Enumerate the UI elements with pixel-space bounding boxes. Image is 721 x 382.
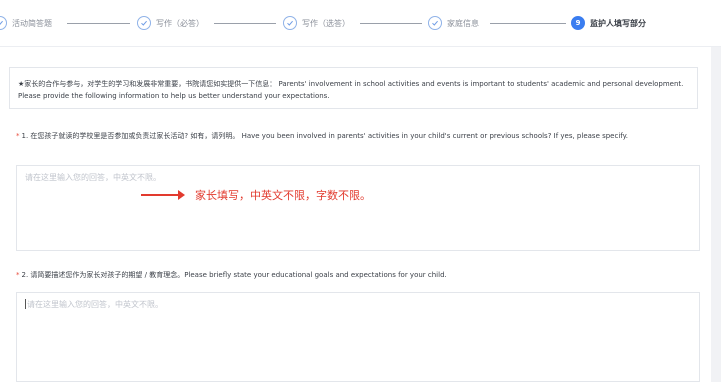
check-icon	[428, 16, 442, 30]
step-guardian-section[interactable]: 9 监护人填写部分	[571, 15, 646, 31]
step-connector	[360, 23, 422, 24]
check-icon	[283, 16, 297, 30]
step-label: 家庭信息	[447, 18, 479, 28]
step-activity-questions[interactable]: 活动简答题	[0, 15, 52, 31]
step-writing-optional[interactable]: 写作（选答）	[283, 15, 350, 31]
step-label: 写作（选答）	[302, 18, 350, 28]
step-family-info[interactable]: 家庭信息	[428, 15, 479, 31]
check-icon	[137, 16, 151, 30]
step-connector	[214, 23, 276, 24]
step-writing-required[interactable]: 写作（必答）	[137, 15, 204, 31]
question-1: * 1. 在您孩子就读的学校里是否参加或负责过家长活动? 如有，请列明。 Have…	[16, 130, 700, 142]
question-1-text: 1. 在您孩子就读的学校里是否参加或负责过家长活动? 如有，请列明。 Have …	[21, 132, 629, 140]
required-mark: *	[16, 132, 20, 140]
step-number: 9	[571, 16, 585, 30]
instruction-annotation: 家长填写，中英文不限，字数不限。	[141, 187, 371, 203]
step-label: 监护人填写部分	[590, 18, 646, 28]
question-2-text: 2. 请简要描述您作为家长对孩子的期望 / 教育理念。Please briefl…	[21, 271, 447, 279]
step-connector	[490, 23, 566, 24]
step-label: 写作（必答）	[156, 18, 204, 28]
answer-2-textarea[interactable]: 请在这里输入您的回答，中英文不限。	[16, 292, 700, 382]
application-form-page: 活动简答题 写作（必答） 写作（选答） 家庭信息 9 监护人填写部分 ★家长的合…	[0, 0, 721, 382]
question-2: * 2. 请简要描述您作为家长对孩子的期望 / 教育理念。Please brief…	[16, 269, 700, 281]
answer-1-textarea[interactable]: 请在这里输入您的回答，中英文不限。	[16, 165, 700, 251]
text-caret	[25, 299, 26, 309]
annotation-text: 家长填写，中英文不限，字数不限。	[195, 189, 371, 202]
answer-2-placeholder: 请在这里输入您的回答，中英文不限。	[27, 300, 163, 309]
step-label: 活动简答题	[12, 18, 52, 28]
notice-text: ★家长的合作与参与，对学生的学习和发展非常重要，书院请您如实提供一下信息： Pa…	[18, 80, 684, 100]
progress-stepper: 活动简答题 写作（必答） 写作（选答） 家庭信息 9 监护人填写部分	[0, 0, 721, 47]
required-mark: *	[16, 271, 20, 279]
guardian-form-card: ★家长的合作与参与，对学生的学习和发展非常重要，书院请您如实提供一下信息： Pa…	[0, 47, 711, 382]
arrow-right-icon	[141, 190, 185, 200]
check-icon	[0, 16, 7, 30]
step-connector	[67, 23, 130, 24]
answer-1-placeholder: 请在这里输入您的回答，中英文不限。	[25, 173, 161, 182]
notice-box: ★家长的合作与参与，对学生的学习和发展非常重要，书院请您如实提供一下信息： Pa…	[9, 67, 698, 109]
